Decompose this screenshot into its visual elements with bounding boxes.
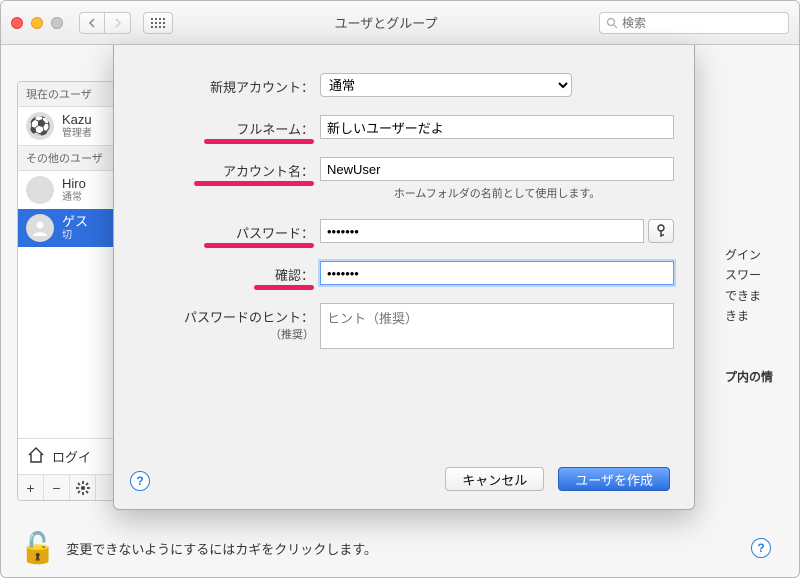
remove-user-button[interactable]: − bbox=[44, 475, 70, 501]
lock-bar: 🔓 変更できないようにするにはカギをクリックします。 ? bbox=[1, 519, 799, 577]
annotation-underline bbox=[204, 139, 314, 144]
annotation-underline bbox=[254, 285, 314, 290]
user-role: 切 bbox=[62, 230, 88, 242]
user-name: ゲス bbox=[62, 214, 88, 230]
search-icon bbox=[606, 17, 618, 29]
lock-text: 変更できないようにするにはカギをクリックします。 bbox=[66, 539, 377, 558]
search-input[interactable] bbox=[622, 16, 782, 30]
account-type-label: 新規アカウント： bbox=[134, 73, 314, 96]
user-name: Hiro bbox=[62, 176, 86, 192]
user-role: 通常 bbox=[62, 192, 86, 204]
hint-label: パスワードのヒント： bbox=[184, 310, 314, 325]
forward-button[interactable] bbox=[105, 12, 131, 34]
account-name-hint: ホームフォルダの名前として使用します。 bbox=[320, 185, 674, 201]
fullname-label: フルネーム： bbox=[236, 122, 314, 137]
show-all-prefs-button[interactable] bbox=[143, 12, 173, 34]
fullname-input[interactable] bbox=[320, 115, 674, 139]
search-field[interactable] bbox=[599, 12, 789, 34]
password-assistant-button[interactable] bbox=[648, 219, 674, 243]
annotation-underline bbox=[194, 181, 314, 186]
key-icon bbox=[655, 224, 667, 238]
password-input[interactable] bbox=[320, 219, 644, 243]
help-button[interactable]: ? bbox=[130, 471, 150, 491]
account-name-input[interactable] bbox=[320, 157, 674, 181]
avatar-icon bbox=[26, 214, 54, 242]
new-user-sheet: 新規アカウント： 通常 フルネーム： アカウント名： ホームフォルダの名前として… bbox=[113, 45, 695, 510]
obscured-text: グイン スワー できま きま プ内の情 bbox=[725, 245, 781, 387]
user-name: Kazu bbox=[62, 112, 92, 128]
add-user-button[interactable]: + bbox=[18, 475, 44, 501]
minimize-window-button[interactable] bbox=[31, 17, 43, 29]
cancel-button[interactable]: キャンセル bbox=[445, 467, 544, 491]
account-type-select[interactable]: 通常 bbox=[320, 73, 572, 97]
help-button[interactable]: ? bbox=[751, 538, 771, 558]
confirm-label: 確認： bbox=[275, 268, 314, 283]
titlebar: ユーザとグループ bbox=[1, 1, 799, 45]
password-hint-input[interactable] bbox=[320, 303, 674, 349]
gear-icon bbox=[76, 481, 90, 495]
annotation-underline bbox=[204, 243, 314, 248]
unlock-icon[interactable]: 🔓 bbox=[19, 531, 56, 566]
window-title: ユーザとグループ bbox=[181, 13, 591, 32]
avatar-icon: ⚽ bbox=[26, 112, 54, 140]
login-options-label: ログイ bbox=[52, 447, 91, 466]
back-button[interactable] bbox=[79, 12, 105, 34]
home-icon bbox=[26, 445, 46, 468]
confirm-password-input[interactable] bbox=[320, 261, 674, 285]
avatar-icon bbox=[26, 176, 54, 204]
user-role: 管理者 bbox=[62, 128, 92, 140]
account-name-label: アカウント名： bbox=[223, 164, 314, 179]
close-window-button[interactable] bbox=[11, 17, 23, 29]
create-user-button[interactable]: ユーザを作成 bbox=[558, 467, 670, 491]
settings-gear-button[interactable] bbox=[70, 475, 96, 501]
hint-sublabel: （推奨） bbox=[134, 326, 314, 342]
zoom-window-button bbox=[51, 17, 63, 29]
password-label: パスワード： bbox=[236, 226, 314, 241]
